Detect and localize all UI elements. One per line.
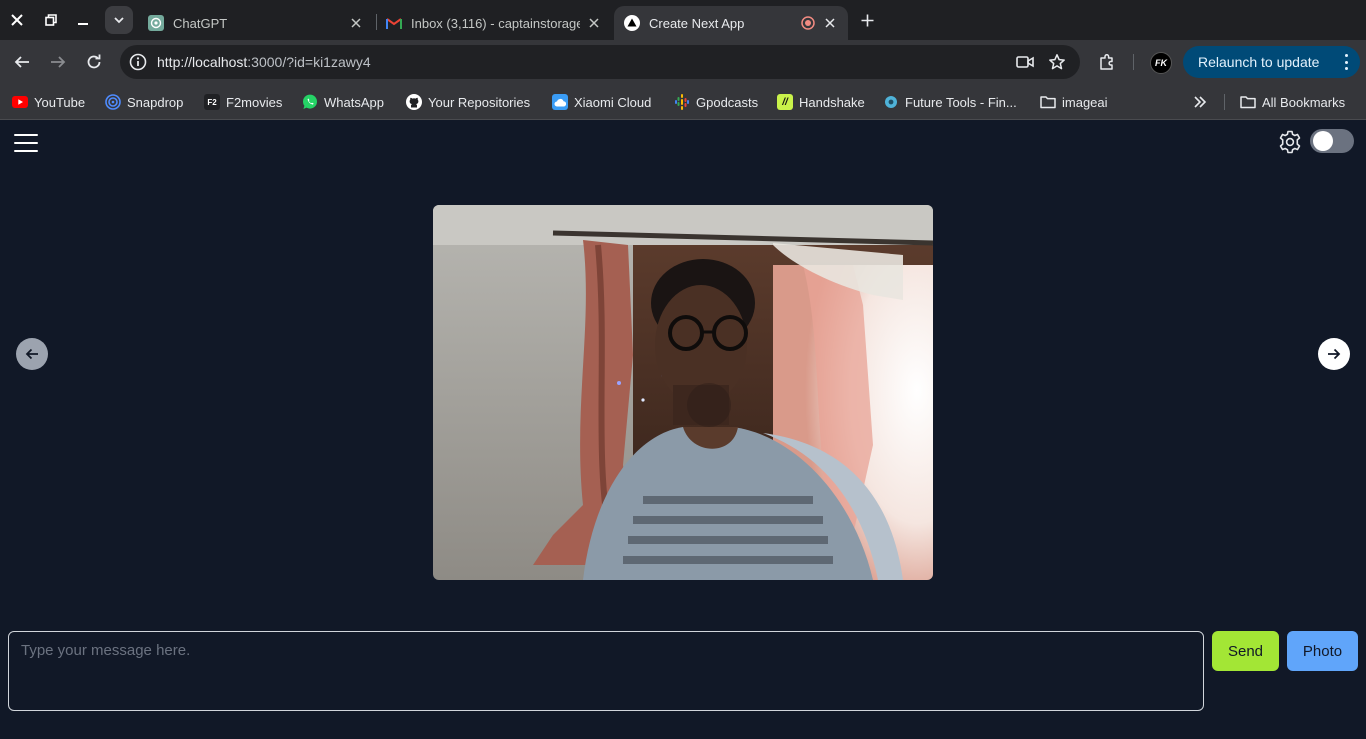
settings-gear-icon[interactable]	[1277, 129, 1303, 155]
tab-title: ChatGPT	[173, 15, 228, 31]
bookmark-future-tools[interactable]: Future Tools - Fin...	[883, 92, 1017, 112]
future-tools-icon	[883, 94, 899, 110]
close-window-icon[interactable]	[6, 9, 28, 31]
google-podcasts-icon	[674, 94, 690, 110]
toolbar-divider	[1133, 54, 1134, 70]
tab-title: Create Next App	[649, 15, 745, 31]
close-tab-icon[interactable]	[586, 15, 602, 31]
message-input[interactable]	[8, 631, 1204, 711]
bookmarks-bar: YouTube Snapdrop F2 F2movies WhatsApp Yo…	[0, 84, 1366, 120]
handshake-icon: //	[777, 94, 793, 110]
close-tab-icon[interactable]	[348, 15, 364, 31]
folder-icon	[1040, 94, 1056, 110]
bookmark-xiaomi-cloud[interactable]: Xiaomi Cloud	[552, 92, 651, 112]
tab-gmail-inbox[interactable]: Inbox (3,116) - captainstorage	[376, 6, 612, 40]
xiaomi-cloud-icon	[552, 94, 568, 110]
bookmark-label: YouTube	[34, 94, 86, 110]
app-page: Send Photo	[0, 121, 1366, 739]
theme-toggle[interactable]	[1310, 129, 1354, 153]
extensions-icon[interactable]	[1095, 50, 1119, 74]
bookmark-folder-imageai[interactable]: imageai	[1040, 92, 1108, 112]
github-icon	[406, 94, 422, 110]
bookmark-label: Your Repositories	[428, 94, 531, 110]
reload-icon[interactable]	[82, 50, 106, 74]
new-tab-icon[interactable]	[856, 9, 878, 31]
bookmark-handshake[interactable]: // Handshake	[777, 92, 865, 112]
photo-button[interactable]: Photo	[1287, 631, 1358, 671]
bookmark-label: Snapdrop	[127, 94, 184, 110]
relaunch-label: Relaunch to update	[1198, 54, 1320, 70]
bookmark-snapdrop[interactable]: Snapdrop	[105, 92, 183, 112]
close-tab-icon[interactable]	[822, 15, 838, 31]
bookmark-label: F2movies	[226, 94, 283, 110]
bookmark-label: Gpodcasts	[696, 94, 759, 110]
f2movies-icon: F2	[204, 94, 220, 110]
tab-strip: ChatGPT Inbox (3,116) - captainstorage C…	[0, 0, 1366, 40]
carousel-photo	[433, 205, 933, 580]
bookmark-label: Handshake	[799, 94, 865, 110]
nextjs-icon	[624, 15, 640, 31]
all-bookmarks-label: All Bookmarks	[1262, 94, 1346, 110]
bookmark-youtube[interactable]: YouTube	[12, 92, 85, 112]
bookmark-gpodcasts[interactable]: Gpodcasts	[674, 92, 758, 112]
arrow-right-icon	[1328, 348, 1341, 360]
browser-menu-icon[interactable]	[1344, 54, 1348, 70]
tab-chatgpt[interactable]: ChatGPT	[138, 6, 374, 40]
chevron-down-icon	[114, 17, 124, 24]
forward-icon[interactable]	[46, 50, 70, 74]
tab-create-next-app[interactable]: Create Next App	[614, 6, 848, 40]
restore-window-icon[interactable]	[40, 9, 62, 31]
tab-title: Inbox (3,116) - captainstorage	[411, 15, 580, 31]
bookmark-whatsapp[interactable]: WhatsApp	[302, 92, 384, 112]
bookmark-label: Future Tools - Fin...	[905, 94, 1017, 110]
youtube-icon	[12, 94, 28, 110]
url-path: :3000/?id=ki1zawy4	[247, 54, 371, 70]
browser-toolbar: http://localhost:3000/?id=ki1zawy4 FK Re…	[0, 40, 1366, 84]
all-bookmarks-button[interactable]: All Bookmarks	[1240, 92, 1345, 112]
bookmark-star-icon[interactable]	[1047, 52, 1067, 72]
back-icon[interactable]	[10, 50, 34, 74]
bookmark-f2movies[interactable]: F2 F2movies	[204, 92, 282, 112]
send-button[interactable]: Send	[1212, 631, 1279, 671]
relaunch-update-button[interactable]: Relaunch to update	[1183, 46, 1360, 78]
carousel-prev-button[interactable]	[16, 338, 48, 370]
gmail-icon	[386, 15, 402, 31]
bookmark-label: Xiaomi Cloud	[574, 94, 652, 110]
hamburger-menu-icon[interactable]	[14, 134, 38, 152]
toggle-knob	[1313, 131, 1333, 151]
profile-avatar[interactable]: FK	[1150, 52, 1172, 74]
whatsapp-icon	[302, 94, 318, 110]
bookmarks-divider	[1224, 94, 1225, 110]
snapdrop-icon	[105, 94, 121, 110]
tab-search-button[interactable]	[105, 6, 133, 34]
site-info-icon[interactable]	[128, 52, 148, 72]
carousel-next-button[interactable]	[1318, 338, 1350, 370]
url-text: http://localhost:3000/?id=ki1zawy4	[157, 54, 371, 70]
recording-indicator-icon	[800, 15, 816, 31]
camera-in-use-icon[interactable]	[1015, 52, 1035, 72]
minimize-window-icon[interactable]	[72, 9, 94, 31]
address-bar[interactable]: http://localhost:3000/?id=ki1zawy4	[120, 45, 1080, 79]
bookmark-label: WhatsApp	[324, 94, 384, 110]
arrow-left-icon	[25, 348, 38, 360]
bookmark-your-repositories[interactable]: Your Repositories	[406, 92, 530, 112]
chatgpt-icon	[148, 15, 164, 31]
bookmark-label: imageai	[1062, 94, 1108, 110]
more-bookmarks-chevron-icon[interactable]	[1193, 92, 1207, 112]
folder-icon	[1240, 94, 1256, 110]
url-host: http://localhost	[157, 54, 248, 70]
